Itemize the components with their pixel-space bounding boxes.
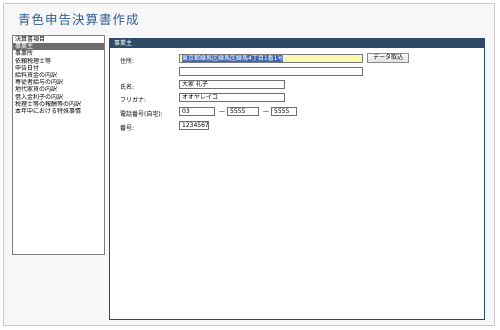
- phone-mid-field[interactable]: 5555: [227, 107, 259, 116]
- furigana-field[interactable]: オオヤレイコ: [179, 93, 285, 102]
- owner-panel: 事業主 住所: 東京都練馬区練馬区練馬4丁目1番1号 データ取込 氏名: 大家 …: [109, 38, 485, 320]
- phone-last-field[interactable]: 5555: [271, 107, 297, 116]
- sidebar-item-zeirishi-hoshu[interactable]: 税理士等の報酬等の内訳: [13, 101, 104, 108]
- sidebar-item-jigyonushi[interactable]: 事業主: [13, 43, 104, 51]
- sidebar-item-kessansho-komoku[interactable]: 決算書項目: [13, 36, 104, 43]
- sidebar-item-senjusha-kyuyo[interactable]: 専従者給与の内訳: [13, 79, 104, 86]
- app-title: 青色申告決算書作成: [18, 12, 140, 27]
- furigana-label: フリガナ:: [120, 97, 147, 104]
- address-field[interactable]: 東京都練馬区練馬区練馬4丁目1番1号: [179, 54, 363, 63]
- phone-dash-1: —: [219, 108, 225, 115]
- phone-dash-2: —: [263, 108, 269, 115]
- phone-area-field[interactable]: 03: [179, 107, 215, 116]
- number-field[interactable]: 1234567: [179, 121, 209, 130]
- address-selected-text: 東京都練馬区練馬区練馬4丁目1番1号: [182, 55, 284, 62]
- address-label: 住所:: [120, 58, 135, 65]
- sidebar-item-shinkoku-hizuke[interactable]: 申告日付: [13, 65, 104, 72]
- sidebar-item-kyuryo-chingin[interactable]: 給料賃金の内訳: [13, 72, 104, 79]
- sidebar-item-tokushu-jijo[interactable]: 本年中における特殊事情: [13, 108, 104, 115]
- sidebar-item-jigyosho[interactable]: 事業所: [13, 50, 104, 57]
- sidebar-item-irai-zeirishi[interactable]: 依頼税理士等: [13, 58, 104, 65]
- address2-field[interactable]: [179, 67, 363, 76]
- data-import-button[interactable]: データ取込: [367, 53, 409, 63]
- panel-header: 事業主: [110, 39, 484, 48]
- sidebar-list[interactable]: 決算書項目 事業主 事業所 依頼税理士等 申告日付 給料賃金の内訳 専従者給与の…: [12, 35, 105, 255]
- name-field[interactable]: 大家 礼子: [179, 80, 285, 89]
- number-label: 番号:: [120, 125, 135, 132]
- phone-label: 電話番号(自宅):: [120, 111, 163, 118]
- sidebar-item-chidai-yachin[interactable]: 地代家賃の内訳: [13, 86, 104, 93]
- sidebar-item-kariirekin-rishi[interactable]: 借入金利子の内訳: [13, 94, 104, 101]
- name-label: 氏名:: [120, 84, 135, 91]
